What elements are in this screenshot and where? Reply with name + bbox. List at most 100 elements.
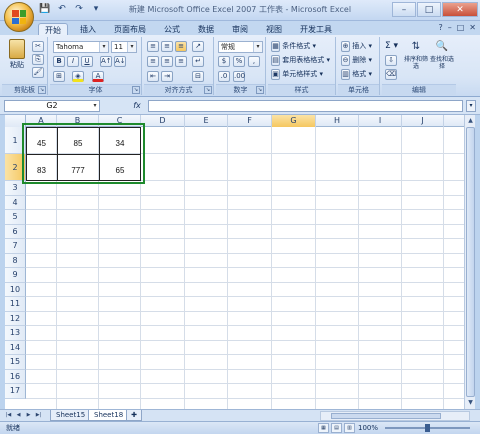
- row-header-5[interactable]: 5: [5, 210, 26, 225]
- chevron-down-icon[interactable]: ▾: [90, 100, 100, 112]
- office-button[interactable]: [4, 2, 34, 32]
- shrink-font-button[interactable]: A↓: [114, 56, 126, 68]
- row-header-10[interactable]: 10: [5, 282, 26, 297]
- maximize-button[interactable]: □: [417, 2, 441, 17]
- page-break-view-icon[interactable]: ▥: [344, 423, 355, 433]
- paste-button[interactable]: 粘贴: [6, 39, 28, 70]
- expand-formula-bar-icon[interactable]: ▾: [466, 100, 476, 112]
- column-header-e[interactable]: E: [185, 115, 228, 127]
- row-header-11[interactable]: 11: [5, 297, 26, 312]
- row-header-9[interactable]: 9: [5, 268, 26, 283]
- align-right-icon[interactable]: ≡: [175, 56, 187, 68]
- autosum-button[interactable]: Σ ▾: [385, 41, 398, 53]
- insert-sheet-icon[interactable]: ✚: [126, 410, 142, 421]
- number-format-select[interactable]: 常规 ▾: [218, 41, 263, 53]
- column-header-d[interactable]: D: [141, 115, 185, 127]
- sheet-tab[interactable]: Sheet15: [50, 410, 92, 421]
- row-header-16[interactable]: 16: [5, 369, 26, 384]
- close-button[interactable]: ✕: [442, 2, 478, 17]
- prev-sheet-icon[interactable]: ◀: [14, 411, 23, 420]
- worksheet-grid[interactable]: ABCDEFGHIJ 1 2 3 4 5 6 7 8 9 10 11 12 13 14 15 16 17 45 85…: [5, 115, 464, 409]
- increase-decimal-icon[interactable]: .0: [218, 71, 230, 83]
- fill-icon[interactable]: ⇩: [385, 55, 397, 67]
- font-name-select[interactable]: Tahoma ▾: [53, 41, 109, 53]
- delete-cells-button[interactable]: ⊖ 删除 ▾: [341, 55, 372, 67]
- formula-input[interactable]: [148, 100, 463, 112]
- clipboard-launcher-icon[interactable]: ↘: [38, 86, 46, 94]
- font-color-button[interactable]: A: [92, 71, 104, 83]
- row-header-7[interactable]: 7: [5, 239, 26, 254]
- copy-icon[interactable]: ⎘: [32, 54, 44, 66]
- decrease-decimal-icon[interactable]: .00: [233, 71, 245, 83]
- align-center-icon[interactable]: ≡: [161, 56, 173, 68]
- percent-button[interactable]: %: [233, 56, 245, 68]
- cell-styles-button[interactable]: ▣ 单元格样式 ▾: [271, 69, 323, 81]
- insert-function-icon[interactable]: fx: [128, 100, 146, 112]
- page-layout-view-icon[interactable]: ▤: [331, 423, 342, 433]
- row-header-17[interactable]: 17: [5, 384, 26, 399]
- vertical-scroll-thumb[interactable]: [466, 127, 475, 397]
- minimize-button[interactable]: –: [392, 2, 416, 17]
- row-header-13[interactable]: 13: [5, 326, 26, 341]
- row-header-8[interactable]: 8: [5, 253, 26, 268]
- merge-center-icon[interactable]: ⊟: [192, 71, 204, 83]
- borders-button[interactable]: ⊞: [53, 71, 65, 83]
- underline-button[interactable]: U: [81, 56, 93, 68]
- italic-button[interactable]: I: [67, 56, 79, 68]
- orientation-icon[interactable]: ↗: [192, 41, 204, 53]
- ribbon-minimize-button[interactable]: –: [448, 23, 452, 32]
- row-header-6[interactable]: 6: [5, 224, 26, 239]
- font-size-select[interactable]: 11 ▾: [111, 41, 137, 53]
- insert-cells-button[interactable]: ⊕ 插入 ▾: [341, 41, 372, 53]
- row-header-4[interactable]: 4: [5, 195, 26, 210]
- fill-color-button[interactable]: ◈: [72, 71, 84, 83]
- wrap-text-icon[interactable]: ↵: [192, 56, 204, 68]
- name-box[interactable]: G2: [4, 100, 100, 112]
- increase-indent-icon[interactable]: ⇥: [161, 71, 173, 83]
- row-header-12[interactable]: 12: [5, 311, 26, 326]
- sheet-tab-active[interactable]: Sheet18: [88, 410, 130, 421]
- zoom-level[interactable]: 100%: [358, 423, 378, 434]
- align-middle-icon[interactable]: ≡: [161, 41, 173, 53]
- first-sheet-icon[interactable]: |◀: [4, 411, 13, 420]
- vertical-scrollbar[interactable]: ▲ ▼: [464, 115, 475, 409]
- column-header-i[interactable]: I: [359, 115, 402, 127]
- zoom-slider[interactable]: [385, 424, 470, 432]
- align-left-icon[interactable]: ≡: [147, 56, 159, 68]
- format-cells-button[interactable]: ▥ 格式 ▾: [341, 69, 372, 81]
- cut-icon[interactable]: ✂: [32, 41, 44, 53]
- column-header-h[interactable]: H: [316, 115, 359, 127]
- alignment-launcher-icon[interactable]: ↘: [204, 86, 212, 94]
- align-top-icon[interactable]: ≡: [147, 41, 159, 53]
- format-as-table-button[interactable]: ▤ 套用表格格式 ▾: [271, 55, 330, 67]
- scroll-up-icon[interactable]: ▲: [465, 116, 476, 126]
- ribbon-restore-button[interactable]: □: [457, 23, 465, 32]
- next-sheet-icon[interactable]: ▶: [24, 411, 33, 420]
- horizontal-scrollbar[interactable]: [320, 411, 470, 421]
- zoom-slider-knob[interactable]: [425, 424, 430, 432]
- find-select-button[interactable]: 🔍 查找和选择: [430, 39, 454, 70]
- last-sheet-icon[interactable]: ▶|: [34, 411, 43, 420]
- normal-view-icon[interactable]: ▦: [318, 423, 329, 433]
- align-bottom-icon[interactable]: ≡: [175, 41, 187, 53]
- column-header-f[interactable]: F: [228, 115, 272, 127]
- help-icon[interactable]: ?: [438, 23, 442, 32]
- decrease-indent-icon[interactable]: ⇤: [147, 71, 159, 83]
- sort-filter-button[interactable]: ⇅ 排序和筛选: [404, 39, 428, 70]
- format-painter-icon[interactable]: 🖌: [32, 67, 44, 79]
- font-launcher-icon[interactable]: ↘: [132, 86, 140, 94]
- row-header-14[interactable]: 14: [5, 340, 26, 355]
- grow-font-button[interactable]: A↑: [100, 56, 112, 68]
- scroll-down-icon[interactable]: ▼: [465, 398, 476, 408]
- column-header-g[interactable]: G: [272, 115, 316, 127]
- currency-icon[interactable]: $: [218, 56, 230, 68]
- bold-button[interactable]: B: [53, 56, 65, 68]
- column-header-j[interactable]: J: [402, 115, 444, 127]
- number-launcher-icon[interactable]: ↘: [256, 86, 264, 94]
- conditional-formatting-button[interactable]: ▦ 条件格式 ▾: [271, 41, 316, 53]
- clear-icon[interactable]: ⌫: [385, 69, 397, 81]
- comma-button[interactable]: ,: [248, 56, 260, 68]
- horizontal-scroll-thumb[interactable]: [331, 413, 441, 419]
- workbook-close-button[interactable]: ✕: [469, 23, 476, 32]
- row-header-15[interactable]: 15: [5, 355, 26, 370]
